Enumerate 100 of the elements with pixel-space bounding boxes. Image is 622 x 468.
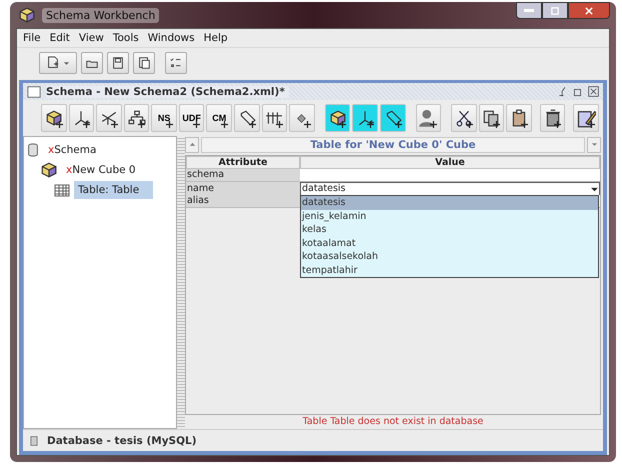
up-arrow-icon bbox=[188, 141, 196, 148]
toolbar-button[interactable] bbox=[451, 104, 477, 132]
tree-node[interactable]: xNew Cube 0 bbox=[62, 161, 150, 179]
status-text: Database - tesis (MySQL) bbox=[47, 434, 197, 446]
axes-icon bbox=[72, 109, 90, 127]
cube-icon bbox=[44, 109, 63, 127]
plus-icon bbox=[56, 121, 63, 128]
menu-item[interactable]: Windows bbox=[148, 32, 195, 44]
axes-icon bbox=[356, 109, 374, 127]
toolbar-button[interactable] bbox=[96, 104, 122, 132]
toolbar-button[interactable] bbox=[41, 104, 67, 132]
toolbar-button[interactable] bbox=[506, 104, 532, 132]
toolbar-button[interactable] bbox=[324, 104, 350, 132]
plus-icon bbox=[466, 121, 473, 128]
menu-item[interactable]: Edit bbox=[50, 32, 70, 44]
toolbar-button[interactable]: NS bbox=[151, 104, 177, 132]
plus-icon bbox=[339, 121, 346, 128]
table-cell: name bbox=[186, 182, 300, 196]
plus-icon bbox=[366, 121, 374, 128]
diamond-icon bbox=[297, 114, 306, 122]
plus-icon bbox=[276, 121, 284, 128]
window-title: Schema Workbench bbox=[42, 8, 160, 22]
dropdown-option[interactable]: datatesis bbox=[301, 196, 598, 210]
maximize-icon bbox=[550, 6, 560, 16]
toolbar-button[interactable] bbox=[68, 104, 94, 132]
plus-icon bbox=[588, 121, 595, 128]
cube-icon bbox=[40, 161, 58, 179]
toolbar-button[interactable] bbox=[478, 104, 504, 132]
save-icon bbox=[111, 56, 125, 70]
menu-item[interactable]: View bbox=[78, 32, 104, 44]
toolbar-button[interactable] bbox=[81, 52, 103, 74]
table-icon bbox=[54, 182, 70, 198]
dropdown-option[interactable]: tempatlahir bbox=[301, 264, 598, 277]
trash-icon bbox=[544, 109, 562, 127]
scroll-up-button[interactable] bbox=[185, 136, 199, 152]
toolbar-button[interactable] bbox=[133, 52, 155, 74]
new-file-icon bbox=[46, 56, 60, 70]
plus-icon bbox=[110, 121, 118, 128]
plus-icon bbox=[493, 121, 500, 128]
edit-icon bbox=[576, 108, 596, 128]
error-message: Table Table does not exist in database bbox=[302, 415, 484, 429]
plus-icon bbox=[430, 121, 438, 128]
toolbar-button[interactable] bbox=[165, 52, 187, 74]
plus-icon bbox=[83, 121, 90, 128]
value-combo-box[interactable]: datatesis bbox=[300, 182, 600, 196]
column-header: Attribute bbox=[186, 156, 300, 169]
table-cell[interactable] bbox=[300, 169, 600, 182]
toolbar-button[interactable]: UDF bbox=[178, 104, 204, 132]
plus-icon bbox=[248, 121, 256, 128]
plus-icon bbox=[138, 121, 146, 128]
table-cell: alias bbox=[186, 195, 300, 208]
scissors-icon bbox=[454, 109, 473, 127]
checklist-icon bbox=[169, 56, 183, 70]
plus-icon bbox=[221, 121, 228, 128]
copy-icon bbox=[482, 109, 500, 127]
toolbar-button[interactable] bbox=[39, 52, 77, 74]
caret-icon bbox=[590, 141, 598, 148]
menu-item[interactable]: File bbox=[23, 32, 41, 44]
dropdown-button[interactable] bbox=[587, 136, 601, 152]
close-icon bbox=[588, 86, 599, 97]
window-icon bbox=[27, 84, 41, 98]
minimize-button[interactable] bbox=[516, 2, 542, 19]
dropdown-option[interactable]: kelas bbox=[301, 223, 598, 236]
plus-icon bbox=[554, 121, 562, 128]
menu-item[interactable]: Tools bbox=[112, 32, 139, 44]
toolbar-button[interactable] bbox=[234, 104, 260, 132]
tree-icon bbox=[128, 109, 146, 127]
toolbar-button[interactable]: CM bbox=[206, 104, 232, 132]
toolbar-button[interactable] bbox=[107, 52, 129, 74]
plus-icon bbox=[193, 121, 200, 128]
cube-icon bbox=[328, 109, 347, 127]
toolbar-button[interactable] bbox=[124, 104, 150, 132]
toolbar-button[interactable] bbox=[352, 104, 378, 132]
close-button[interactable] bbox=[568, 2, 610, 19]
toolbar-button[interactable] bbox=[540, 104, 566, 132]
maximize-button[interactable] bbox=[542, 2, 568, 19]
menu-item[interactable]: Help bbox=[204, 32, 228, 44]
close-icon bbox=[584, 6, 594, 16]
toolbar-button[interactable] bbox=[380, 104, 406, 132]
caret-icon bbox=[63, 60, 70, 66]
save-as-icon bbox=[137, 56, 151, 70]
dropdown-option[interactable]: kotaalamat bbox=[301, 236, 598, 250]
column-header: Value bbox=[300, 156, 600, 169]
toolbar-button[interactable] bbox=[289, 104, 315, 132]
plus-icon bbox=[304, 121, 311, 128]
dropdown-option[interactable]: jenis_kelamin bbox=[301, 210, 598, 223]
tree-node[interactable]: xSchema bbox=[44, 141, 110, 159]
dropdown-option[interactable]: kotaasalsekolah bbox=[301, 250, 598, 264]
database-icon bbox=[26, 142, 40, 158]
panel-title: Table for 'New Cube 0' Cube bbox=[201, 136, 585, 152]
tree-node[interactable]: Table: Table bbox=[74, 181, 154, 199]
table-cell: schema bbox=[186, 169, 300, 182]
toolbar-button[interactable] bbox=[573, 104, 599, 132]
plus-icon bbox=[520, 121, 528, 128]
maximize-icon bbox=[573, 86, 584, 97]
cube-icon bbox=[18, 6, 36, 24]
plus-icon bbox=[166, 121, 173, 128]
hierarchy-icon bbox=[100, 109, 118, 127]
toolbar-button[interactable] bbox=[262, 104, 288, 132]
schema-window-title: Schema - New Schema2 (Schema2.xml)* bbox=[46, 86, 289, 98]
